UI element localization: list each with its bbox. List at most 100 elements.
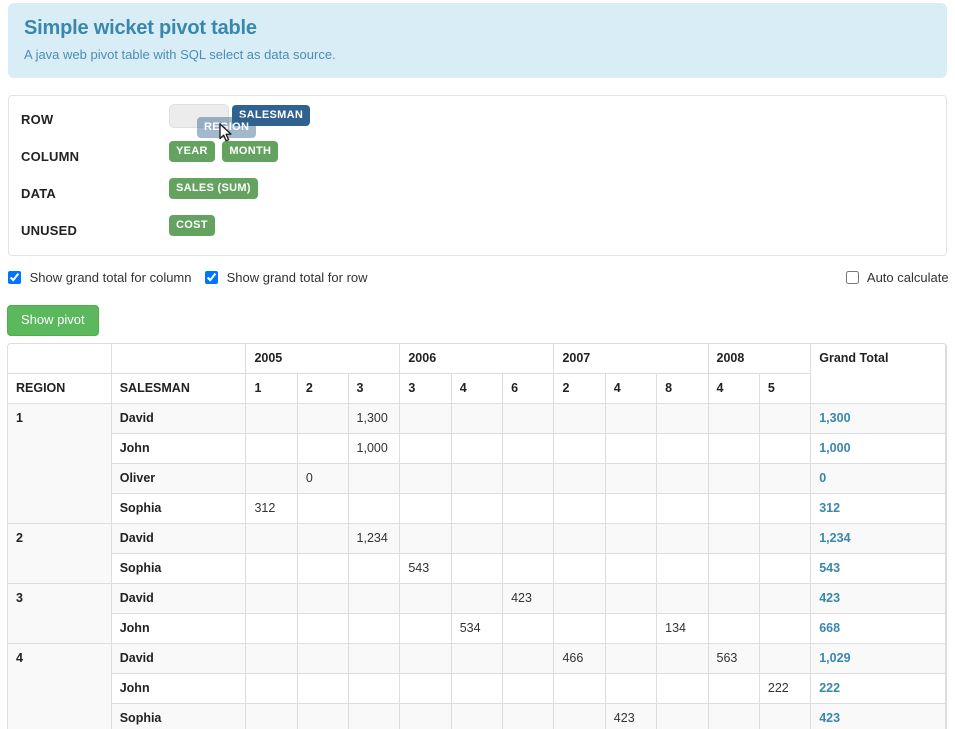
checkbox-grand-total-row[interactable] [205,271,218,284]
cell-value: 1,234 [348,523,401,554]
table-row: Oliver 0 0 [8,463,946,494]
cell-value [451,463,504,494]
cell-value: 543 [399,553,452,584]
field-row-data[interactable]: DATA SALES (SUM) [9,178,946,215]
cell-value [245,613,298,644]
cell-value [297,673,349,704]
cell-value [656,583,709,614]
cell-value [759,433,812,464]
cell-region: 2 [8,523,112,584]
cell-value [297,523,349,554]
cell-value [451,643,504,674]
pivot-corner-blank-right [111,344,247,374]
show-pivot-button[interactable]: Show pivot [7,305,99,336]
option-grand-total-row[interactable]: Show grand total for row [205,270,368,285]
cell-value: 423 [502,583,555,614]
field-row-row[interactable]: ROW [9,104,946,141]
pivot-table-body: 1 David 1,300 1,300 John 1,000 1,000 Oliver 0 0 So… [8,403,946,729]
cell-value [605,673,658,704]
cell-value [297,703,349,729]
cell-value [399,703,452,729]
field-chips-unused[interactable]: COST [169,215,219,252]
cell-value [553,703,606,729]
pivot-month-header: 4 [708,373,760,404]
cell-value [656,643,709,674]
cell-value [451,703,504,729]
cell-row-total: 668 [810,613,946,644]
cell-salesman: John [111,433,247,464]
chip-region-dragging[interactable]: REGION [197,117,257,138]
cell-value [451,403,504,434]
cell-value [502,493,555,524]
cell-row-total: 222 [810,673,946,704]
cell-value [297,403,349,434]
checkbox-grand-total-column[interactable] [8,271,21,284]
cell-salesman: Sophia [111,493,247,524]
table-row: Sophia 312 312 [8,493,946,524]
table-row: John 534 134 668 [8,613,946,644]
cell-value [656,673,709,704]
fields-panel: ROW COLUMN YEAR MONTH DATA SALES (SUM) U… [8,95,947,256]
field-chips-column[interactable]: YEAR MONTH [169,141,282,178]
cell-value [759,643,812,674]
cell-value [759,463,812,494]
cell-value [297,493,349,524]
pivot-header-months: REGION SALESMAN 1 2 3 3 4 6 2 4 8 4 5 [8,373,946,404]
pivot-table: 2005 2006 2007 2008 Grand Total REGION SALESM… [8,344,946,729]
cell-value [399,643,452,674]
field-row-column[interactable]: COLUMN YEAR MONTH [9,141,946,178]
cell-value [708,613,760,644]
chip-cost[interactable]: COST [169,215,215,236]
cell-region: 4 [8,643,112,729]
chip-year[interactable]: YEAR [169,141,215,162]
cell-value [451,493,504,524]
table-row: John 222 222 [8,673,946,704]
pivot-month-header: 4 [451,373,504,404]
field-label-column: COLUMN [21,149,80,164]
checkbox-auto-calculate[interactable] [846,271,859,284]
pivot-month-header: 2 [553,373,606,404]
cell-salesman: David [111,523,247,554]
cell-value [605,493,658,524]
cell-value [399,613,452,644]
cell-value [605,523,658,554]
cell-value [245,643,298,674]
cell-value [245,553,298,584]
cell-value [451,523,504,554]
chip-sales-sum[interactable]: SALES (SUM) [169,178,258,199]
field-row-unused[interactable]: UNUSED COST [9,215,946,252]
pivot-header-region: REGION [8,373,112,404]
pivot-corner-blank-left [8,344,112,374]
cell-value [245,673,298,704]
cell-value [399,523,452,554]
page-root: Simple wicket pivot table A java web piv… [0,0,955,729]
pivot-month-header: 1 [245,373,298,404]
cell-value [656,523,709,554]
cell-salesman: Oliver [111,463,247,494]
cell-value: 466 [553,643,606,674]
cell-value [245,433,298,464]
cell-value [759,703,812,729]
option-grand-total-row-label: Show grand total for row [226,270,368,285]
chip-month[interactable]: MONTH [222,141,279,162]
cell-value [656,703,709,729]
cell-row-total: 423 [810,583,946,614]
option-auto-calculate[interactable]: Auto calculate [846,270,949,285]
pivot-header-salesman: SALESMAN [111,373,247,404]
cell-value [605,643,658,674]
cell-value [553,493,606,524]
table-row: 1 David 1,300 1,300 [8,403,946,524]
cell-value [656,553,709,584]
pivot-month-header: 2 [297,373,349,404]
cell-value [502,403,555,434]
option-grand-total-column[interactable]: Show grand total for column [8,270,192,285]
page-subtitle: A java web pivot table with SQL select a… [24,47,336,62]
field-chips-data[interactable]: SALES (SUM) [169,178,262,215]
cell-value [399,493,452,524]
cell-value [502,433,555,464]
cell-value [245,583,298,614]
cell-value [502,643,555,674]
cell-value [759,403,812,434]
cell-value [553,673,606,704]
option-grand-total-column-label: Show grand total for column [29,270,192,285]
